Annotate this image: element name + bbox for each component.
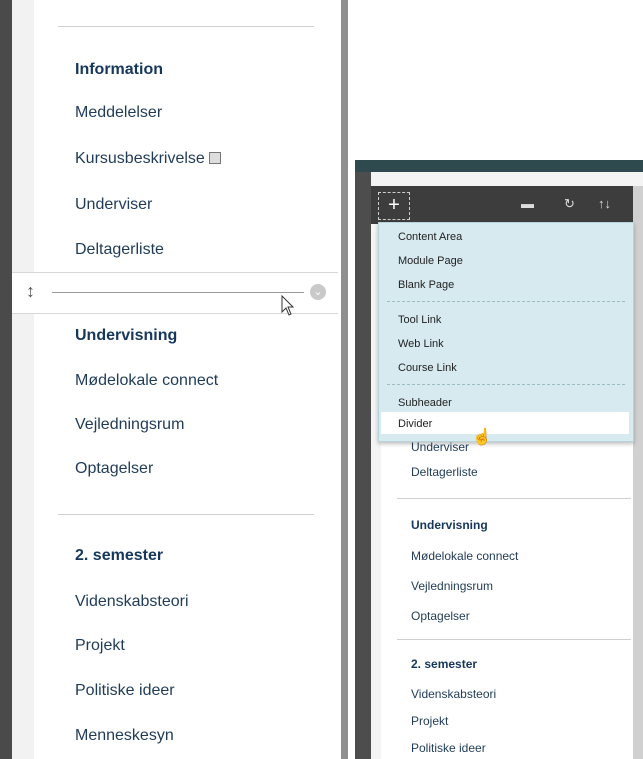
menu-divider <box>58 514 314 515</box>
menu-item-optagelser-small[interactable]: Optagelser <box>411 609 470 623</box>
menu-item-politiske-ideer-small[interactable]: Politiske ideer <box>411 741 486 755</box>
dropdown-item-course-link[interactable]: Course Link <box>398 362 457 374</box>
menu-divider <box>58 26 314 27</box>
menu-item-menneskesyn[interactable]: Menneskesyn <box>75 727 174 745</box>
chevron-circle-icon[interactable]: ⌄ <box>310 284 326 300</box>
right-menu-list <box>381 430 633 759</box>
folder-icon[interactable]: ▬ <box>521 196 534 211</box>
add-menu-item-dropdown: Content Area Module Page Blank Page Tool… <box>378 222 634 442</box>
dropdown-item-blank-page[interactable]: Blank Page <box>398 279 454 291</box>
menu-divider <box>397 498 631 499</box>
menu-item-projekt[interactable]: Projekt <box>75 637 125 655</box>
menu-item-vejledningsrum-small[interactable]: Vejledningsrum <box>411 579 493 593</box>
menu-item-deltagerliste[interactable]: Deltagerliste <box>75 241 164 259</box>
dropdown-separator <box>387 301 625 302</box>
menu-toolbar <box>371 186 633 224</box>
dropdown-item-divider[interactable]: Divider <box>398 418 432 430</box>
mouse-cursor-icon <box>281 295 295 316</box>
dropdown-item-web-link[interactable]: Web Link <box>398 338 444 350</box>
menu-item-videnskabsteori[interactable]: Videnskabsteori <box>75 593 189 611</box>
sort-icon[interactable]: ↑↓ <box>598 196 611 211</box>
section-heading-undervisning-small[interactable]: Undervisning <box>411 518 488 532</box>
drag-handle-icon[interactable]: ↕ <box>26 281 35 302</box>
menu-item-vejledningsrum[interactable]: Vejledningsrum <box>75 416 184 434</box>
right-frame-edge <box>355 172 371 759</box>
menu-item-meddelelser[interactable]: Meddelelser <box>75 104 162 122</box>
section-heading-undervisning[interactable]: Undervisning <box>75 327 177 345</box>
menu-item-optagelser[interactable]: Optagelser <box>75 460 153 478</box>
menu-item-underviser-small[interactable]: Underviser <box>411 440 469 454</box>
left-frame-edge <box>0 0 12 759</box>
dropdown-item-module-page[interactable]: Module Page <box>398 255 463 267</box>
menu-item-projekt-small[interactable]: Projekt <box>411 714 448 728</box>
dropdown-item-tool-link[interactable]: Tool Link <box>398 314 441 326</box>
section-heading-2-semester-small[interactable]: 2. semester <box>411 657 477 671</box>
menu-item-politiske-ideer[interactable]: Politiske ideer <box>75 682 175 700</box>
dropdown-item-content-area[interactable]: Content Area <box>398 231 462 243</box>
hand-cursor-icon: ☝ <box>472 429 492 446</box>
menu-item-kursusbeskrivelse[interactable]: Kursusbeskrivelse <box>75 150 221 168</box>
section-heading-2-semester[interactable]: 2. semester <box>75 547 163 565</box>
menu-item-modelokale-small[interactable]: Mødelokale connect <box>411 549 518 563</box>
external-link-icon <box>208 152 221 164</box>
dropdown-item-subheader[interactable]: Subheader <box>398 397 452 409</box>
left-scrollbar[interactable] <box>341 0 348 759</box>
menu-item-label: Kursusbeskrivelse <box>75 150 205 167</box>
menu-item-modelokale[interactable]: Mødelokale connect <box>75 372 218 390</box>
menu-item-deltagerliste-small[interactable]: Deltagerliste <box>411 465 478 479</box>
right-scrollbar[interactable] <box>633 186 643 759</box>
menu-divider <box>397 639 631 640</box>
menu-item-underviser[interactable]: Underviser <box>75 196 152 214</box>
left-gutter <box>12 0 34 759</box>
right-header-bar <box>355 160 643 172</box>
divider-placeholder-line <box>52 292 304 293</box>
refresh-icon[interactable]: ↻ <box>564 196 575 212</box>
section-heading-information[interactable]: Information <box>75 61 163 79</box>
menu-item-videnskabsteori-small[interactable]: Videnskabsteori <box>411 687 496 701</box>
plus-icon[interactable]: + <box>378 192 410 220</box>
dropdown-separator <box>387 384 625 385</box>
